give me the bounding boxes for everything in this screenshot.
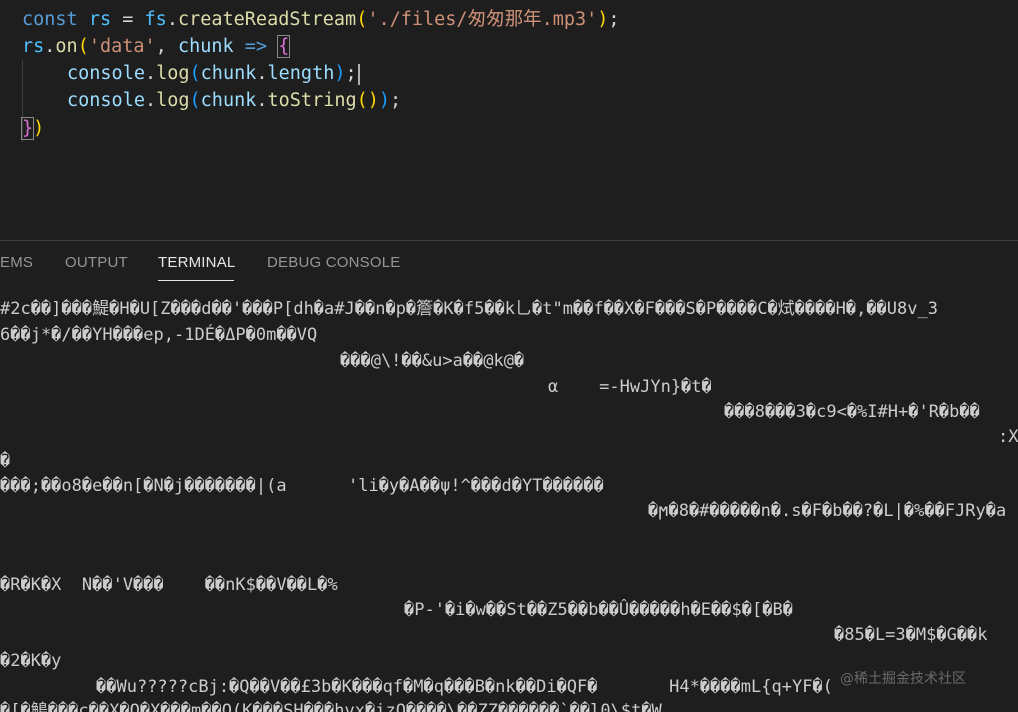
terminal-line: �	[0, 449, 10, 473]
code-editor[interactable]: const rs = fs.createReadStream('./files/…	[0, 0, 1018, 240]
token-paren: (	[190, 90, 201, 111]
tab-terminal[interactable]: TERMINAL	[158, 254, 235, 271]
token-dot: .	[44, 36, 55, 57]
token-dot: .	[145, 90, 156, 111]
token-paren: (	[190, 63, 201, 84]
token-semicolon: ;	[608, 9, 619, 30]
terminal-line: �[�鵤���c��X�O�X���m��O(K���SH���hvx�izO�…	[0, 699, 662, 712]
token-brace: }	[22, 118, 33, 139]
terminal-line: ���8���3�c9<�%I#H+�'R�b��	[724, 400, 980, 424]
token-function: on	[55, 36, 77, 57]
token-arrow: =>	[234, 36, 279, 57]
token-paren: ()	[357, 90, 379, 111]
terminal-line: �85�L=3�M$�G��k	[834, 623, 988, 647]
token-property: length	[268, 63, 335, 84]
token-paren: )	[379, 90, 390, 111]
token-paren: )	[33, 118, 44, 139]
terminal-line: #2c��]���鯷�H�U[Z���d��'���P[dh�a#J��n�p�…	[0, 297, 938, 321]
terminal-line: α =-HwJYn}�t�	[548, 375, 712, 399]
token-function: toString	[268, 90, 357, 111]
token-keyword: const	[22, 9, 78, 30]
token-string: './files/匆匆那年.mp3'	[367, 9, 597, 30]
token-object: fs	[145, 9, 167, 30]
token-brace: {	[278, 36, 289, 57]
code-line-2[interactable]: rs.on('data', chunk => {	[22, 33, 289, 60]
token-paren: )	[334, 63, 345, 84]
terminal-line: ���@\!��&u>a��@k@�	[340, 349, 524, 373]
code-line-4[interactable]: console.log(chunk.toString());	[67, 87, 401, 114]
terminal-line: �R�K�X N��'V��� ��nK$��V��L�%	[0, 573, 338, 597]
token-variable: rs	[89, 9, 111, 30]
token-semicolon: ;	[390, 90, 401, 111]
token-string: 'data'	[89, 36, 156, 57]
token-operator: =	[111, 9, 144, 30]
token-paren: )	[597, 9, 608, 30]
token-semicolon: ;	[345, 63, 356, 84]
token-function: log	[156, 90, 189, 111]
tab-debug-console[interactable]: DEBUG CONSOLE	[267, 254, 400, 271]
token-object: console	[67, 90, 145, 111]
text-cursor	[358, 64, 360, 85]
token-param: chunk	[201, 63, 257, 84]
terminal-line: �2�K�y	[0, 649, 61, 673]
token-param: chunk	[201, 90, 257, 111]
terminal-line: �ϻ�8�#�����n�.s�F�b��?�L|�%��FJRy�a	[648, 499, 1006, 523]
token-dot: .	[167, 9, 178, 30]
terminal-line: ��Wu?????cBj:�Q��V��£3b�K���qf�M�q���B�n…	[96, 675, 833, 699]
token-object: console	[67, 63, 145, 84]
terminal-line: �P-'�i�w��St��Z5��b��Û�����h�E��$�[�B�	[404, 598, 793, 622]
token-function: log	[156, 63, 189, 84]
token-function: createReadStream	[178, 9, 356, 30]
token-param: chunk	[178, 36, 234, 57]
code-line-1[interactable]: const rs = fs.createReadStream('./files/…	[22, 6, 620, 33]
watermark: @稀土掘金技术社区	[840, 668, 966, 688]
tab-output[interactable]: OUTPUT	[65, 254, 128, 271]
terminal-line: :X	[998, 425, 1018, 449]
code-line-5[interactable]: })	[22, 115, 44, 142]
terminal-output[interactable]: #2c��]���鯷�H�U[Z���d��'���P[dh�a#J��n�p�…	[0, 287, 1018, 712]
terminal-line: ���;��o8�e��n[�N�j�������|(a 'li�y�A��ψ!…	[0, 474, 604, 498]
token-paren: (	[78, 36, 89, 57]
token-dot: .	[256, 90, 267, 111]
token-comma: ,	[156, 36, 178, 57]
token-paren: (	[356, 9, 367, 30]
tab-problems[interactable]: EMS	[0, 254, 33, 271]
token-dot: .	[256, 63, 267, 84]
panel-tab-bar: EMS OUTPUT TERMINAL DEBUG CONSOLE	[0, 241, 1018, 287]
token-object: rs	[22, 36, 44, 57]
active-tab-indicator	[158, 280, 234, 281]
token-dot: .	[145, 63, 156, 84]
terminal-line: 6��j*�/��YH���ep,-1DÉ�ΔP�0m��VQ	[0, 323, 317, 347]
code-line-3[interactable]: console.log(chunk.length);	[67, 60, 360, 87]
